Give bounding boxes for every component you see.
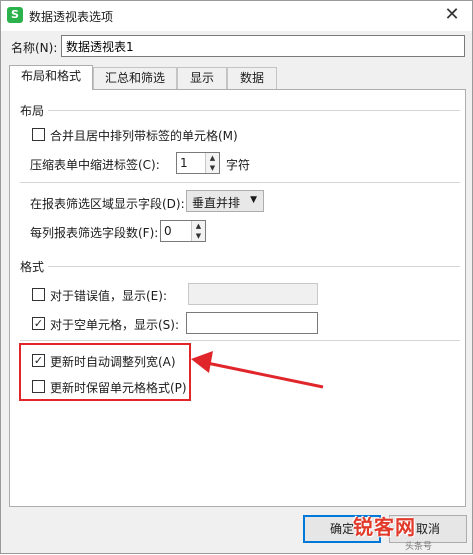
pivot-options-dialog: S 数据透视表选项 ✕ 名称(N): 布局和格式 汇总和筛选 显示 数据 布局 …: [0, 0, 473, 554]
watermark-subtitle: 头条号: [405, 542, 433, 552]
tab-layout-format[interactable]: 布局和格式: [9, 65, 93, 90]
watermark-logo: 锐客网: [353, 515, 416, 539]
